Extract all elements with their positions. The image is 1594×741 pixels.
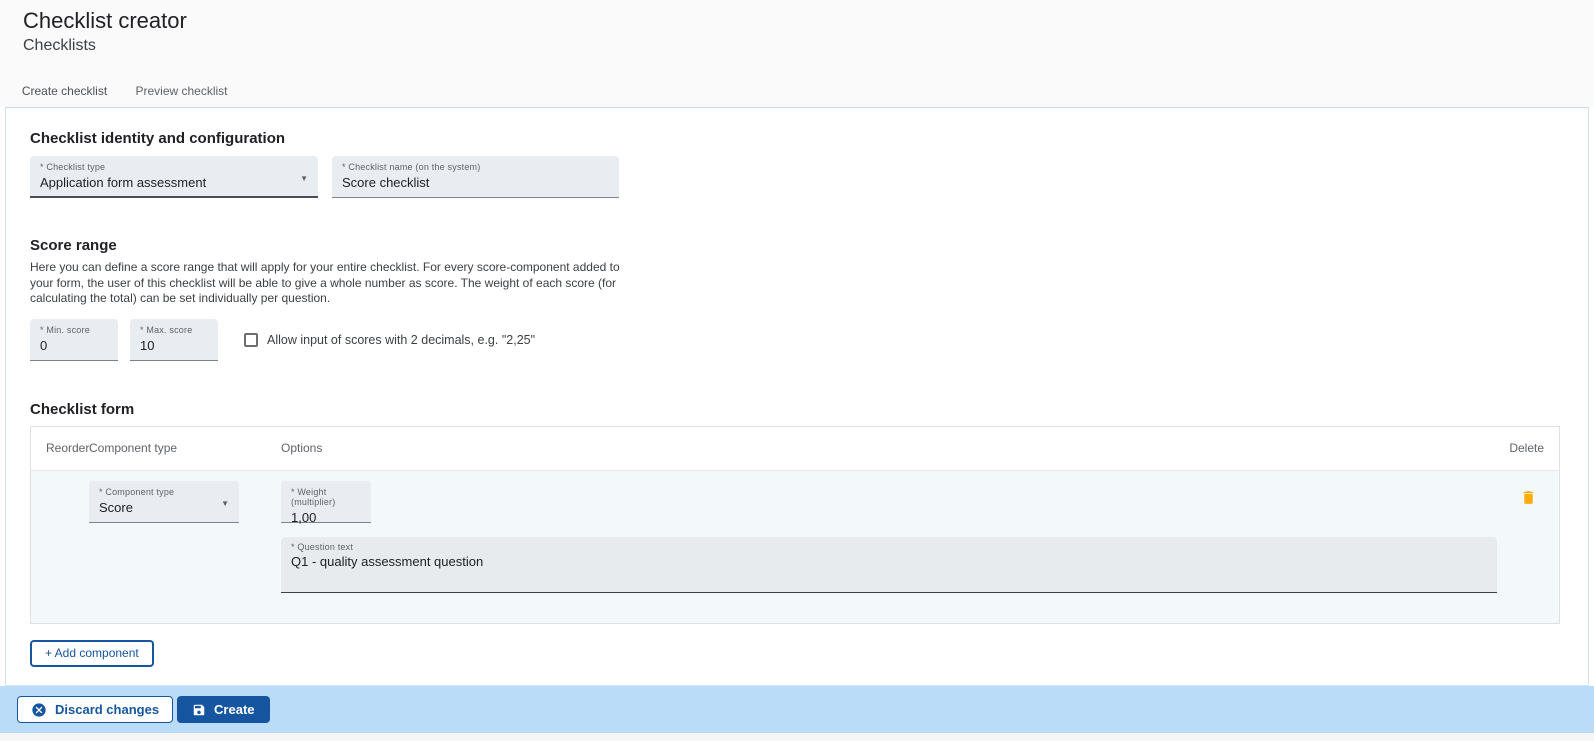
page-header: Checklist creator Checklists: [0, 0, 1594, 55]
component-type-cell: * Component type Score ▼: [89, 479, 281, 593]
component-type-select[interactable]: * Component type Score ▼: [89, 481, 239, 523]
decimals-checkbox-label: Allow input of scores with 2 decimals, e…: [267, 333, 535, 347]
column-header-component-type: Component type: [89, 441, 281, 455]
trash-icon: [1520, 489, 1537, 506]
question-text-input[interactable]: Q1 - quality assessment question: [291, 554, 1487, 582]
weight-label: * Weight (multiplier): [291, 487, 361, 507]
tab-create-checklist[interactable]: Create checklist: [6, 75, 123, 110]
checklist-form-heading: Checklist form: [30, 401, 1588, 418]
column-header-delete: Delete: [1497, 441, 1559, 455]
cancel-circle-icon: [31, 702, 47, 718]
checklist-type-label: * Checklist type: [40, 162, 308, 172]
question-text-field: * Question text Q1 - quality assessment …: [281, 537, 1497, 593]
score-range-section: Score range Here you can define a score …: [30, 237, 1588, 361]
component-options-cell: * Weight (multiplier) * Question text Q1…: [281, 479, 1497, 593]
discard-changes-button[interactable]: Discard changes: [17, 696, 173, 723]
max-score-label: * Max. score: [140, 325, 208, 335]
checklist-form-section: Checklist form Reorder Component type Op…: [30, 401, 1588, 667]
column-header-options: Options: [281, 441, 1497, 455]
component-type-value: Score: [99, 500, 229, 515]
min-score-input[interactable]: [40, 338, 108, 353]
weight-field: * Weight (multiplier): [281, 481, 371, 523]
checklist-name-field: * Checklist name (on the system): [332, 156, 619, 198]
min-score-field: * Min. score: [30, 319, 118, 361]
content-panel: Checklist identity and configuration * C…: [5, 107, 1589, 686]
max-score-input[interactable]: [140, 338, 208, 353]
delete-cell: [1497, 479, 1559, 593]
score-range-fields: * Min. score * Max. score Allow input of…: [30, 319, 1588, 361]
checklist-type-value: Application form assessment: [40, 175, 308, 190]
components-table-header: Reorder Component type Options Delete: [31, 427, 1559, 471]
score-range-description: Here you can define a score range that w…: [30, 260, 620, 307]
weight-input[interactable]: [291, 510, 361, 525]
components-table: Reorder Component type Options Delete * …: [30, 426, 1560, 624]
tab-bar: Create checklist Preview checklist: [0, 75, 1594, 110]
column-header-reorder: Reorder: [31, 441, 89, 455]
reorder-cell: [31, 479, 89, 593]
min-score-label: * Min. score: [40, 325, 108, 335]
component-row: * Component type Score ▼ * Weight (multi…: [31, 471, 1559, 623]
question-text-label: * Question text: [291, 542, 1487, 552]
save-icon: [192, 703, 206, 717]
max-score-field: * Max. score: [130, 319, 218, 361]
checklist-name-label: * Checklist name (on the system): [342, 162, 609, 172]
create-button[interactable]: Create: [177, 696, 269, 723]
page-title: Checklist creator: [23, 8, 1594, 34]
identity-section: Checklist identity and configuration * C…: [30, 130, 1588, 198]
add-component-button[interactable]: + Add component: [30, 640, 154, 667]
component-type-label: * Component type: [99, 487, 229, 497]
decimals-checkbox[interactable]: [244, 333, 258, 347]
score-range-heading: Score range: [30, 237, 1588, 254]
decimals-checkbox-row: Allow input of scores with 2 decimals, e…: [244, 333, 535, 347]
checklist-type-select[interactable]: * Checklist type Application form assess…: [30, 156, 318, 198]
page-top: Checklist creator Checklists Create chec…: [0, 0, 1594, 107]
footer-action-bar: Discard changes Create: [0, 686, 1594, 733]
page-bottom-strip: [0, 733, 1594, 741]
page-subtitle: Checklists: [23, 37, 1594, 55]
create-label: Create: [214, 702, 254, 717]
tab-preview-checklist[interactable]: Preview checklist: [123, 75, 240, 110]
delete-component-button[interactable]: [1518, 487, 1539, 511]
discard-changes-label: Discard changes: [55, 702, 159, 717]
checklist-name-input[interactable]: [342, 175, 609, 190]
identity-section-heading: Checklist identity and configuration: [30, 130, 1588, 147]
identity-fields: * Checklist type Application form assess…: [30, 156, 1588, 198]
